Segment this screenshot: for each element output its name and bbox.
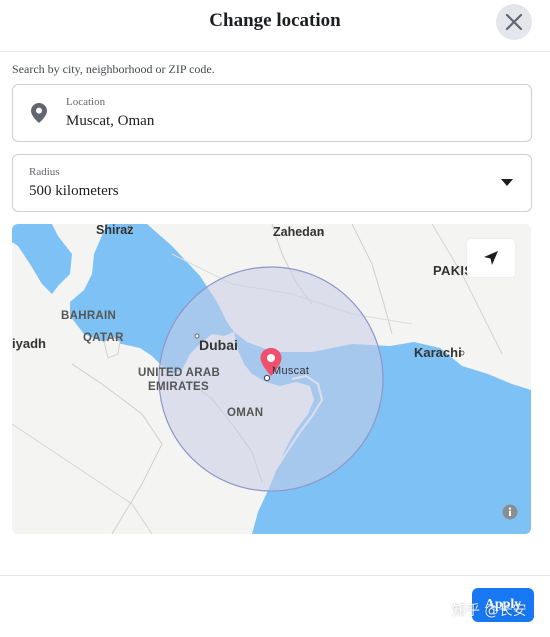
- info-icon[interactable]: [502, 504, 518, 520]
- radius-select[interactable]: Radius 500 kilometers: [12, 154, 532, 212]
- dialog-header: Change location: [0, 0, 550, 52]
- dialog-title: Change location: [209, 10, 341, 31]
- close-button[interactable]: [496, 4, 532, 40]
- my-location-button[interactable]: [467, 239, 515, 277]
- map-label-muscat: Muscat: [272, 365, 310, 377]
- search-hint: Search by city, neighborhood or ZIP code…: [12, 62, 215, 76]
- map-label-uae-line1: UNITED ARAB: [138, 367, 221, 379]
- map-label-shiraz: Shiraz: [96, 224, 134, 237]
- radius-label: Radius: [29, 166, 60, 178]
- map-label-uae-line2: EMIRATES: [148, 381, 209, 393]
- map-label-dubai: Dubai: [199, 337, 238, 353]
- map-label-oman: OMAN: [227, 407, 264, 419]
- map-view[interactable]: Shiraz Zahedan PAKIS BAHRAIN QATAR iyadh…: [12, 224, 531, 534]
- map-label-zahedan: Zahedan: [273, 225, 325, 239]
- dialog-footer: [0, 575, 550, 637]
- location-label: Location: [66, 96, 106, 108]
- map-label-riyadh: iyadh: [12, 336, 46, 351]
- location-input[interactable]: Location Muscat, Oman: [12, 84, 532, 142]
- map-label-qatar: QATAR: [83, 332, 124, 344]
- location-value: Muscat, Oman: [66, 113, 155, 129]
- radius-value: 500 kilometers: [29, 183, 119, 199]
- navigation-arrow-icon: [484, 251, 498, 265]
- location-pin-icon: [31, 103, 47, 123]
- apply-button[interactable]: Apply: [472, 588, 534, 622]
- map-label-karachi: Karachi: [414, 345, 462, 360]
- map-label-bahrain: BAHRAIN: [61, 310, 117, 322]
- caret-down-icon: [501, 179, 513, 186]
- close-icon: [505, 13, 523, 31]
